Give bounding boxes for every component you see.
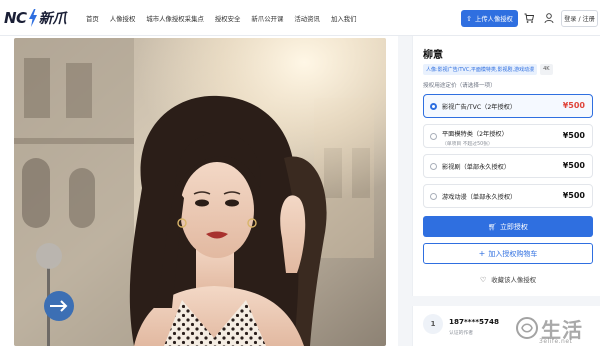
author-card[interactable]: 1 187****5748 认证的作者 <box>412 306 600 346</box>
author-subtitle: 认证的作者 <box>449 331 473 336</box>
login-register-button[interactable]: 登录 / 注册 <box>561 10 598 27</box>
option-tvc[interactable]: 影视广告/TVC（2年授权） ¥500 <box>423 94 593 118</box>
radio-unselected[interactable] <box>430 133 437 140</box>
option-label: 平面模特类（2年授权） <box>442 131 508 138</box>
license-now-button[interactable]: 🛒︎ 立即授权 <box>423 216 593 237</box>
option-label: 游戏动漫（单部永久授权） <box>442 194 517 201</box>
radio-unselected[interactable] <box>430 163 437 170</box>
option-sublabel: （单项目 不超过50张） <box>442 142 493 147</box>
user-icon[interactable] <box>544 12 554 24</box>
lightning-icon <box>28 9 37 27</box>
license-now-label: 立即授权 <box>499 222 528 231</box>
nav-city-collection-points[interactable]: 城市人像授权采集点 <box>146 14 204 23</box>
option-label: 影视剧（单部永久授权） <box>442 164 511 171</box>
logo-text: NC <box>4 9 27 27</box>
option-film-tv[interactable]: 影视剧（单部永久授权） ¥500 <box>423 154 593 178</box>
option-label: 影视广告/TVC（2年授权） <box>442 104 517 111</box>
site-logo[interactable]: NC 新爪 <box>4 8 67 28</box>
avatar: 1 <box>423 314 443 334</box>
option-price: ¥500 <box>562 161 585 170</box>
option-game-anime[interactable]: 游戏动漫（单部永久授权） ¥500 <box>423 184 593 208</box>
radio-selected[interactable] <box>430 103 437 110</box>
nav-home[interactable]: 首页 <box>86 14 99 23</box>
favorite-link[interactable]: ♡ 收藏该人像授权 <box>423 275 593 284</box>
nav-license-security[interactable]: 授权安全 <box>215 14 241 23</box>
top-header: NC 新爪 首页 人像授权 城市人像授权采集点 授权安全 新爪公开课 活动资讯 … <box>0 0 600 36</box>
portrait-photo[interactable] <box>14 38 386 346</box>
nav-events[interactable]: 活动资讯 <box>294 14 320 23</box>
nav-open-course[interactable]: 新爪公开课 <box>251 14 283 23</box>
heart-icon: ♡ <box>479 276 487 284</box>
add-to-cart-button[interactable]: + 加入授权购物车 <box>423 243 593 264</box>
radio-unselected[interactable] <box>430 193 437 200</box>
favorite-label: 收藏该人像授权 <box>491 276 537 284</box>
cart-icon: 🛒︎ <box>488 222 497 231</box>
model-name: 柳意 <box>423 50 443 61</box>
author-name: 187****5748 <box>449 317 500 326</box>
license-panel: 柳意 人像:影视广告/TVC,平面模特类,影视剧,游戏动漫 4K 授权用途定价（… <box>412 36 600 296</box>
upload-button-label: 上传人像授权 <box>475 16 513 23</box>
pricing-section-label: 授权用途定价（请选择一项） <box>423 83 496 89</box>
nav-portrait-license[interactable]: 人像授权 <box>110 14 136 23</box>
add-to-cart-label: 加入授权购物车 <box>488 249 538 258</box>
option-print-model[interactable]: 平面模特类（2年授权） （单项目 不超过50张） ¥500 <box>423 124 593 148</box>
main-nav: 首页 人像授权 城市人像授权采集点 授权安全 新爪公开课 活动资讯 加入我们 <box>86 0 368 36</box>
shopping-cart-icon[interactable] <box>524 12 534 24</box>
nav-join-us[interactable]: 加入我们 <box>331 14 357 23</box>
logo-chinese: 新爪 <box>38 11 67 27</box>
option-price: ¥500 <box>562 101 585 110</box>
upload-icon: ⇧ <box>466 14 473 23</box>
option-price: ¥500 <box>562 191 585 200</box>
portrait-photo-card <box>0 36 398 346</box>
upload-portrait-button[interactable]: ⇧ 上传人像授权 <box>461 10 518 27</box>
tag-list: 人像:影视广告/TVC,平面模特类,影视剧,游戏动漫 4K <box>423 64 556 75</box>
resolution-tag: 4K <box>540 64 553 75</box>
option-price: ¥500 <box>562 131 585 140</box>
plus-icon: + <box>478 249 486 258</box>
usage-tag: 人像:影视广告/TVC,平面模特类,影视剧,游戏动漫 <box>423 64 538 75</box>
